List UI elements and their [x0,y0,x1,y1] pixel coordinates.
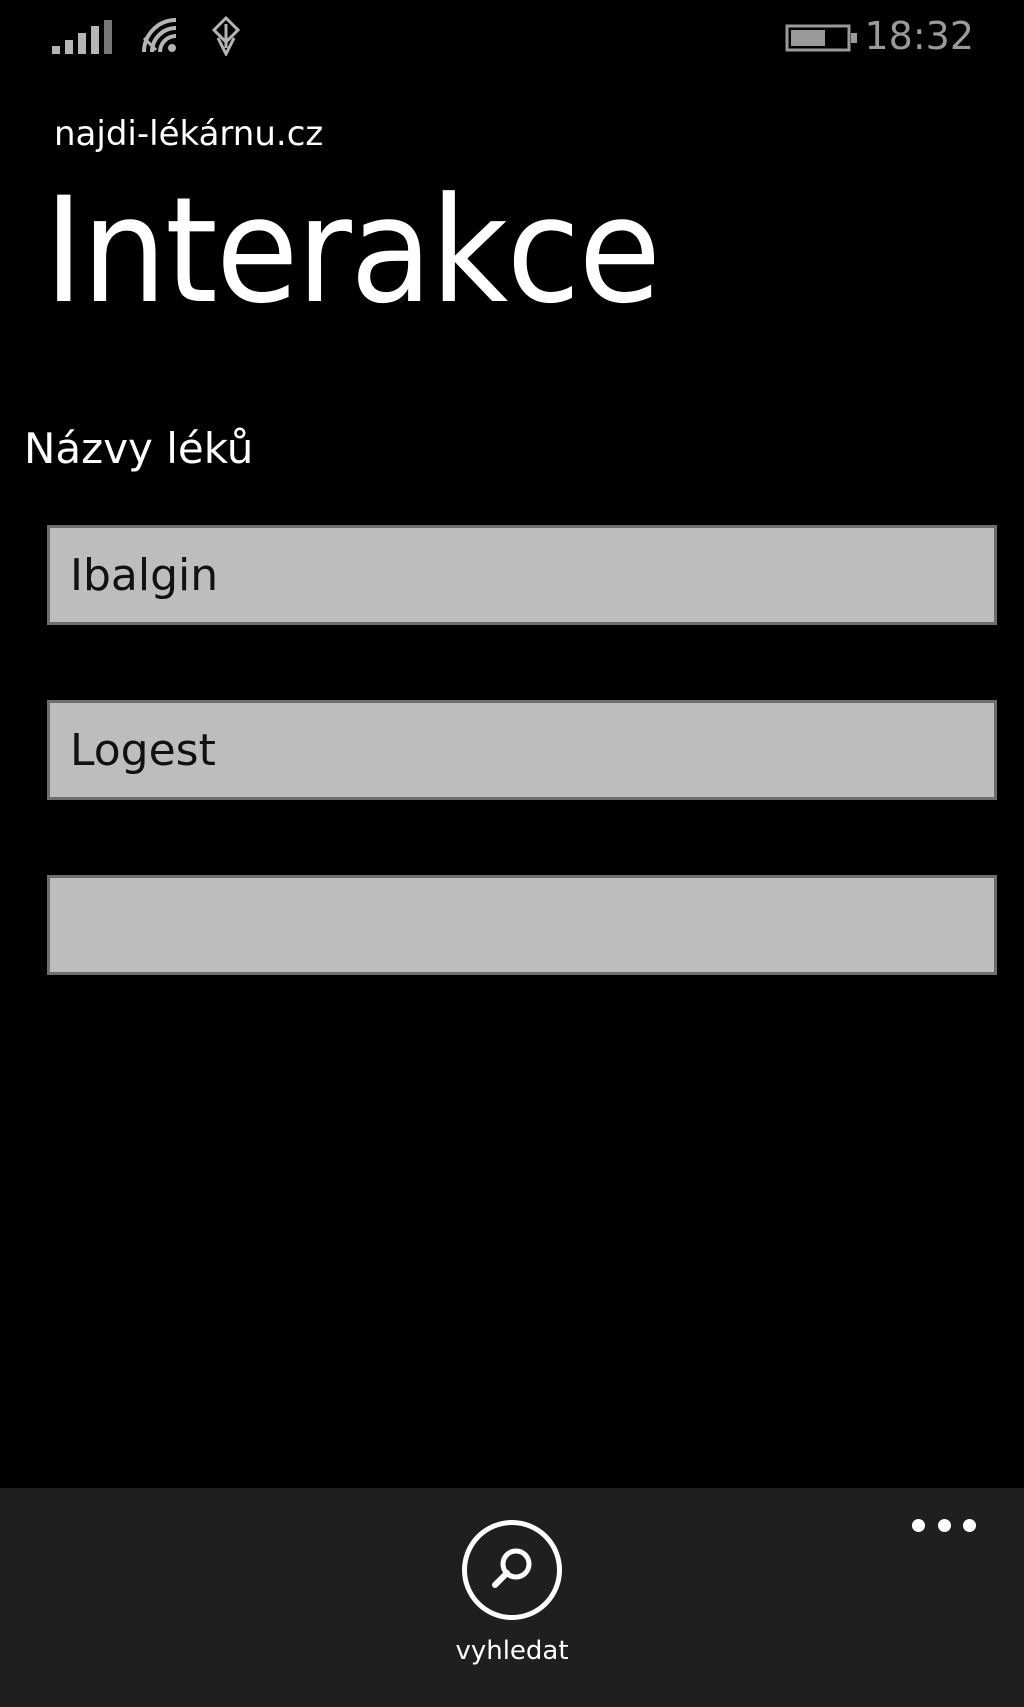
search-icon [484,1540,540,1600]
more-dot [963,1518,976,1532]
wifi-icon [140,16,184,60]
search-button-label: vyhledat [455,1636,569,1666]
drug-name-input-1[interactable] [47,525,997,625]
section-label: Názvy léků [24,424,254,473]
battery-icon [785,24,859,56]
search-button[interactable] [462,1520,562,1620]
page-title: Interakce [44,166,661,336]
more-icon[interactable] [912,1510,976,1540]
status-bar: 18:32 [0,0,1024,80]
app-bar: vyhledat [0,1488,1024,1707]
drug-name-input-2[interactable] [47,700,997,800]
app-name: najdi-lékárnu.cz [54,114,324,154]
status-time: 18:32 [864,14,974,58]
data-sync-icon [208,15,244,60]
more-dot [912,1518,925,1532]
signal-icon [52,20,116,58]
drug-name-input-3[interactable] [47,875,997,975]
more-dot [937,1518,951,1532]
